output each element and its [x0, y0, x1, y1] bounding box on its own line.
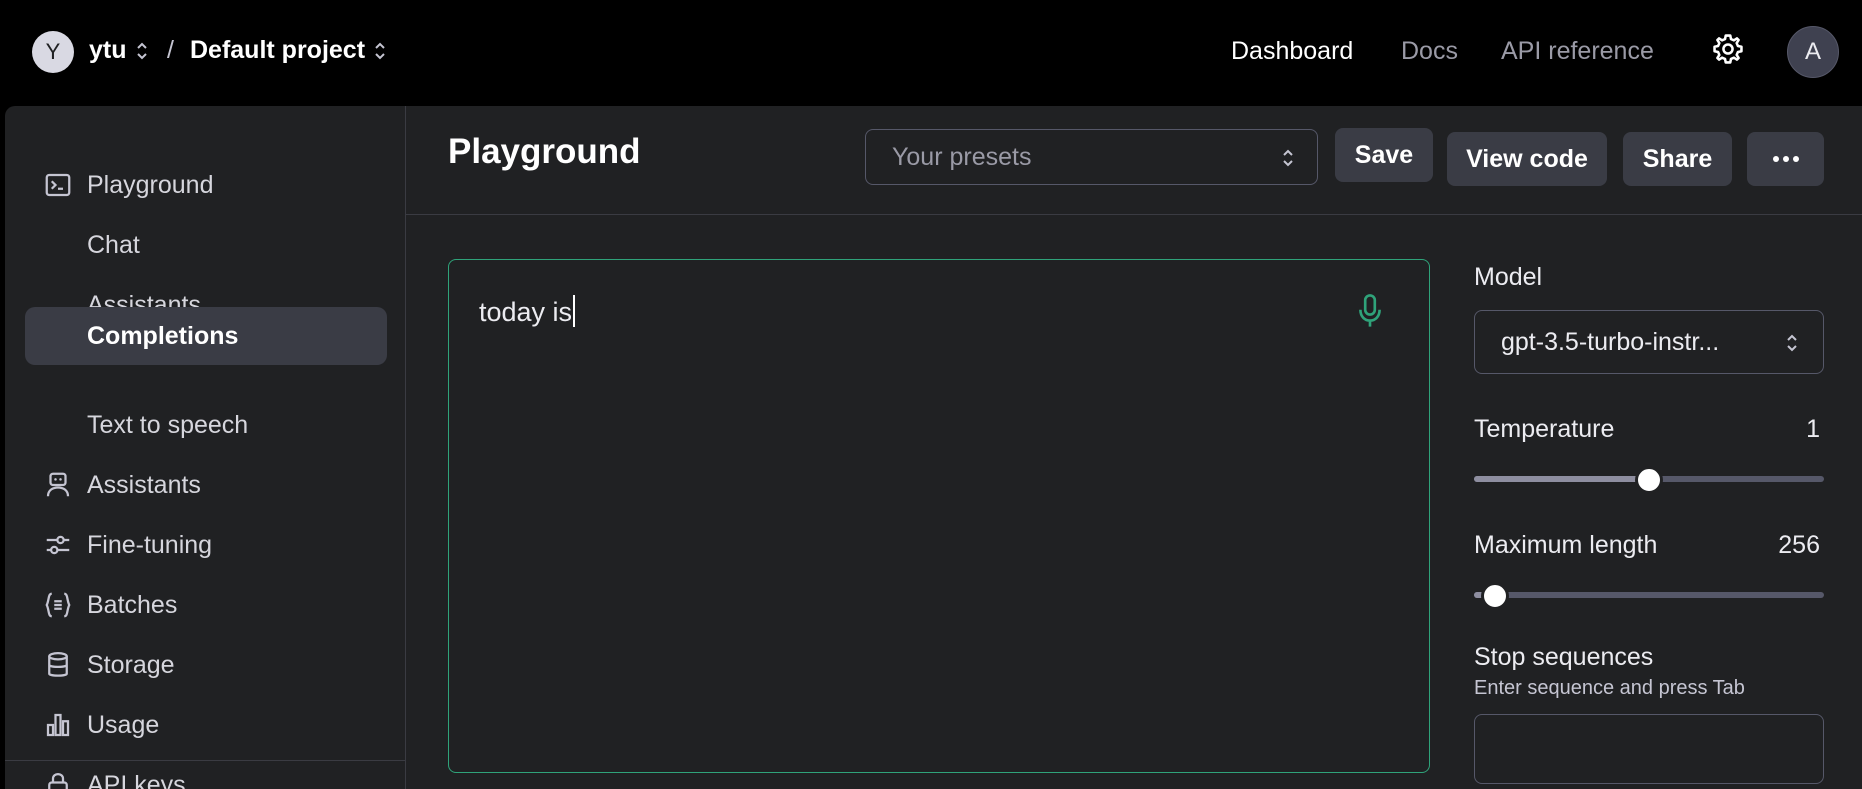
- sidebar-item-usage[interactable]: Usage: [25, 696, 387, 754]
- sidebar-item-chat[interactable]: Chat: [25, 216, 387, 274]
- sidebar-item-label: Fine-tuning: [87, 530, 213, 559]
- presets-placeholder: Your presets: [892, 142, 1032, 171]
- model-value: gpt-3.5-turbo-instr...: [1501, 327, 1720, 356]
- project-switcher[interactable]: Default project: [190, 36, 387, 65]
- sidebar-item-label: Text to speech: [87, 410, 249, 439]
- chevron-up-down-icon: [1283, 149, 1293, 167]
- sliders-icon: [46, 535, 70, 555]
- presets-select[interactable]: Your presets: [865, 129, 1318, 185]
- sidebar-item-label: API keys: [87, 770, 186, 789]
- org-name: ytu: [89, 36, 127, 64]
- main-panel: Playground Your presets Save View code S…: [406, 106, 1862, 789]
- chevron-up-down-icon: [375, 42, 385, 59]
- prompt-text[interactable]: today is: [479, 295, 576, 328]
- braces-list-icon: [45, 592, 71, 618]
- max-length-value[interactable]: 256: [1766, 531, 1820, 560]
- main-header: Playground Your presets Save View code S…: [406, 106, 1862, 215]
- sidebar-item-playground[interactable]: Playground: [25, 156, 387, 214]
- sidebar-item-assistants[interactable]: Assistants: [25, 456, 387, 514]
- share-button[interactable]: Share: [1623, 132, 1732, 186]
- project-name: Default project: [190, 36, 366, 64]
- model-label: Model: [1474, 263, 1543, 291]
- sidebar-item-label: Chat: [87, 230, 140, 259]
- sidebar-item-text-to-speech[interactable]: Text to speech: [25, 396, 387, 454]
- top-bar: Y ytu / Default project Dashboard Docs A…: [0, 0, 1862, 105]
- stop-sequences-hint: Enter sequence and press Tab: [1474, 677, 1745, 699]
- sidebar-item-label: Batches: [87, 590, 178, 619]
- lock-icon: [48, 772, 68, 789]
- nav-docs[interactable]: Docs: [1401, 37, 1458, 66]
- nav-api-reference[interactable]: API reference: [1501, 37, 1654, 66]
- robot-icon: [46, 472, 70, 497]
- sidebar-item-completions[interactable]: Completions: [25, 307, 387, 365]
- max-length-slider-thumb[interactable]: [1481, 582, 1509, 610]
- terminal-icon: [45, 173, 71, 197]
- gear-icon[interactable]: [1711, 32, 1745, 66]
- sidebar-item-fine-tuning[interactable]: Fine-tuning: [25, 516, 387, 574]
- user-avatar[interactable]: A: [1787, 26, 1839, 78]
- chevron-up-down-icon: [136, 42, 147, 59]
- sidebar-item-batches[interactable]: Batches: [25, 576, 387, 634]
- save-button[interactable]: Save: [1335, 128, 1433, 182]
- temperature-slider-fill: [1474, 476, 1649, 482]
- sidebar: Playground Chat Assistants Completions T…: [5, 106, 406, 789]
- temperature-label: Temperature: [1474, 415, 1615, 443]
- org-avatar[interactable]: Y: [32, 31, 74, 73]
- temperature-slider[interactable]: [1474, 466, 1824, 494]
- sidebar-item-storage[interactable]: Storage: [25, 636, 387, 694]
- max-length-slider[interactable]: [1474, 582, 1824, 610]
- sidebar-divider: [5, 760, 405, 761]
- stop-sequences-input[interactable]: [1474, 714, 1824, 784]
- temperature-value[interactable]: 1: [1796, 415, 1820, 444]
- microphone-icon[interactable]: [1355, 293, 1385, 329]
- breadcrumb-separator: /: [167, 36, 174, 64]
- max-length-label: Maximum length: [1474, 531, 1658, 559]
- model-select[interactable]: gpt-3.5-turbo-instr...: [1474, 310, 1824, 374]
- sidebar-item-label: Usage: [87, 710, 160, 739]
- more-options-button[interactable]: [1747, 132, 1824, 186]
- sidebar-item-label: Storage: [87, 650, 175, 679]
- bar-chart-icon: [46, 713, 70, 737]
- sidebar-item-label: Playground: [87, 170, 214, 199]
- view-code-button[interactable]: View code: [1447, 132, 1607, 186]
- nav-dashboard[interactable]: Dashboard: [1231, 37, 1353, 66]
- stop-sequences-label: Stop sequences: [1474, 643, 1654, 671]
- chevron-up-down-icon: [1787, 334, 1797, 352]
- sidebar-item-label: Completions: [87, 321, 239, 350]
- database-icon: [48, 652, 68, 677]
- temperature-slider-thumb[interactable]: [1635, 466, 1663, 494]
- prompt-editor[interactable]: today is: [448, 259, 1430, 773]
- ellipsis-icon: [1772, 156, 1799, 162]
- page-title: Playground: [448, 132, 641, 171]
- sidebar-item-label: Assistants: [87, 470, 201, 499]
- text-caret: [573, 295, 576, 327]
- org-switcher[interactable]: ytu: [89, 36, 149, 65]
